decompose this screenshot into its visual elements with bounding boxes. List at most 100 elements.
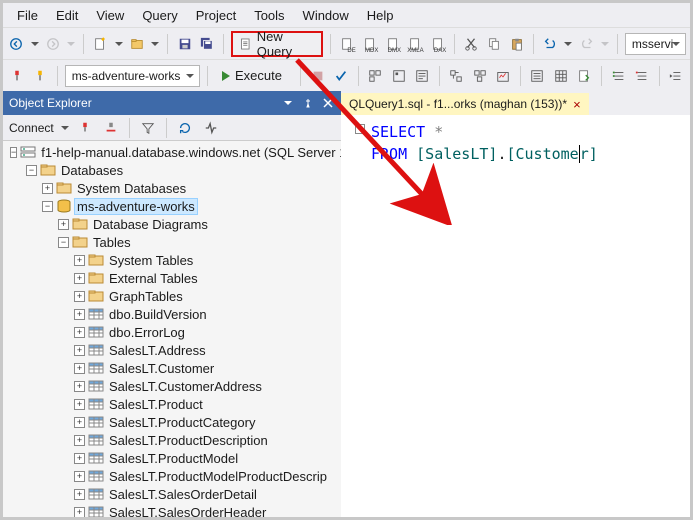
tree-expander[interactable]: + <box>74 255 85 266</box>
object-explorer-titlebar[interactable]: Object Explorer <box>3 91 341 115</box>
menu-help[interactable]: Help <box>359 5 402 26</box>
tree-expander[interactable]: + <box>74 453 85 464</box>
indent-button[interactable] <box>666 65 685 87</box>
tree-node[interactable]: +GraphTables <box>7 287 341 305</box>
tree-node[interactable]: +SalesLT.Address <box>7 341 341 359</box>
copy-button[interactable] <box>485 33 504 55</box>
menu-window[interactable]: Window <box>295 5 357 26</box>
menu-query[interactable]: Query <box>134 5 185 26</box>
stop-button-2[interactable] <box>100 117 122 139</box>
tree-node[interactable]: −f1-help-manual.database.windows.net (SQ… <box>7 143 341 161</box>
tab-close-icon[interactable]: × <box>573 97 581 112</box>
window-position-icon[interactable] <box>281 96 295 110</box>
actual-plan-button[interactable] <box>447 65 466 87</box>
tree-node[interactable]: +dbo.BuildVersion <box>7 305 341 323</box>
live-stats-button[interactable] <box>470 65 489 87</box>
save-button[interactable] <box>175 33 194 55</box>
tree-expander[interactable]: + <box>74 291 85 302</box>
filter-button[interactable] <box>137 117 159 139</box>
editor-tab[interactable]: QLQuery1.sql - f1...orks (maghan (153))*… <box>341 93 589 115</box>
estimated-plan-button[interactable] <box>366 65 385 87</box>
close-icon[interactable] <box>321 96 335 110</box>
tree-node[interactable]: +SalesLT.SalesOrderDetail <box>7 485 341 503</box>
object-explorer-tree[interactable]: −f1-help-manual.database.windows.net (SQ… <box>3 141 341 517</box>
tree-node[interactable]: +SalesLT.CustomerAddress <box>7 377 341 395</box>
comment-button[interactable] <box>609 65 628 87</box>
mdx-query-button[interactable]: MDX <box>361 33 380 55</box>
undo-dropdown[interactable] <box>563 33 573 55</box>
nav-back-dropdown[interactable] <box>30 33 40 55</box>
menu-project[interactable]: Project <box>188 5 244 26</box>
tree-expander[interactable]: − <box>10 147 17 158</box>
tree-node[interactable]: +SalesLT.SalesOrderHeader <box>7 503 341 517</box>
tree-node[interactable]: −Tables <box>7 233 341 251</box>
paste-button[interactable] <box>507 33 526 55</box>
pin-icon[interactable] <box>301 96 315 110</box>
tree-node[interactable]: −Databases <box>7 161 341 179</box>
new-item-button[interactable] <box>91 33 110 55</box>
database-combo[interactable]: ms-adventure-works <box>65 65 200 87</box>
tree-expander[interactable]: + <box>74 381 85 392</box>
save-all-button[interactable] <box>198 33 217 55</box>
new-item-dropdown[interactable] <box>114 33 124 55</box>
menu-file[interactable]: File <box>9 5 46 26</box>
client-stats-button[interactable] <box>493 65 512 87</box>
tree-expander[interactable]: − <box>42 201 53 212</box>
uncomment-button[interactable] <box>632 65 651 87</box>
menu-tools[interactable]: Tools <box>246 5 292 26</box>
refresh-button[interactable] <box>174 117 196 139</box>
results-grid-button[interactable] <box>551 65 570 87</box>
tree-expander[interactable]: + <box>74 327 85 338</box>
de-query-button[interactable]: DE <box>338 33 357 55</box>
new-query-button[interactable]: New Query <box>231 31 323 57</box>
tree-expander[interactable]: + <box>74 489 85 500</box>
tree-expander[interactable]: + <box>74 399 85 410</box>
intellisense-button[interactable] <box>412 65 431 87</box>
change-connection-button[interactable] <box>30 65 49 87</box>
results-file-button[interactable] <box>575 65 594 87</box>
tree-expander[interactable]: + <box>74 507 85 518</box>
tree-node[interactable]: +SalesLT.ProductModelProductDescrip <box>7 467 341 485</box>
open-project-button[interactable] <box>128 33 147 55</box>
tree-node[interactable]: −ms-adventure-works <box>7 197 341 215</box>
menu-edit[interactable]: Edit <box>48 5 86 26</box>
fold-icon[interactable]: − <box>355 124 365 134</box>
query-options-button[interactable] <box>389 65 408 87</box>
tree-expander[interactable]: + <box>74 471 85 482</box>
tree-node[interactable]: +SalesLT.ProductCategory <box>7 413 341 431</box>
tree-node[interactable]: +SalesLT.Product <box>7 395 341 413</box>
xmla-query-button[interactable]: XMLA <box>406 33 425 55</box>
tree-expander[interactable]: + <box>74 345 85 356</box>
tree-node[interactable]: +SalesLT.Customer <box>7 359 341 377</box>
tree-node[interactable]: +External Tables <box>7 269 341 287</box>
tree-node[interactable]: +Database Diagrams <box>7 215 341 233</box>
tree-node[interactable]: +SalesLT.ProductModel <box>7 449 341 467</box>
tree-expander[interactable]: − <box>58 237 69 248</box>
open-project-dropdown[interactable] <box>150 33 160 55</box>
dax-query-button[interactable]: DAX <box>429 33 448 55</box>
cut-button[interactable] <box>462 33 481 55</box>
activity-button[interactable] <box>200 117 222 139</box>
tree-expander[interactable]: + <box>74 273 85 284</box>
parse-button[interactable] <box>331 65 350 87</box>
tree-node[interactable]: +System Tables <box>7 251 341 269</box>
sql-editor[interactable]: − SELECT * FROM [SalesLT].[Customer] <box>341 115 690 517</box>
connect-icon[interactable] <box>7 65 26 87</box>
tree-expander[interactable]: + <box>58 219 69 230</box>
undo-button[interactable] <box>541 33 560 55</box>
disconnect-button[interactable] <box>74 117 96 139</box>
tree-node[interactable]: +dbo.ErrorLog <box>7 323 341 341</box>
tree-node[interactable]: +System Databases <box>7 179 341 197</box>
connect-dropdown[interactable] <box>60 117 70 139</box>
execute-button[interactable]: Execute <box>215 64 293 88</box>
tree-expander[interactable]: + <box>42 183 53 194</box>
tree-expander[interactable]: + <box>74 417 85 428</box>
tree-expander[interactable]: + <box>74 309 85 320</box>
dmx-query-button[interactable]: DMX <box>383 33 402 55</box>
connect-label[interactable]: Connect <box>7 121 56 135</box>
tree-expander[interactable]: + <box>74 435 85 446</box>
server-combo[interactable]: msservi <box>625 33 686 55</box>
tree-expander[interactable]: + <box>74 363 85 374</box>
tree-expander[interactable]: − <box>26 165 37 176</box>
menu-view[interactable]: View <box>88 5 132 26</box>
